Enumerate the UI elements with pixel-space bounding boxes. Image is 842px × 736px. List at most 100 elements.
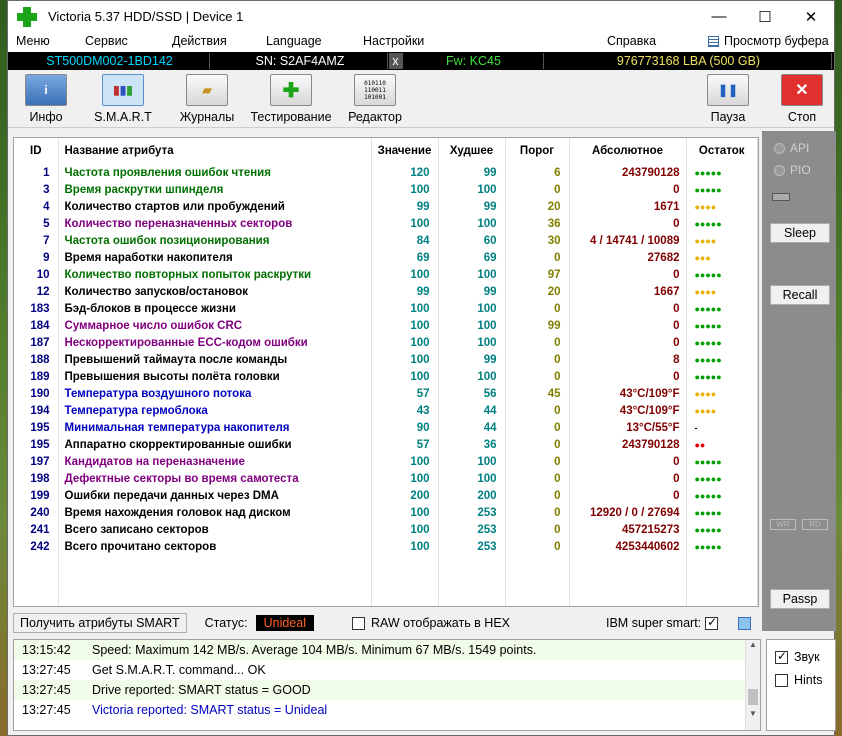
title-bar: Victoria 5.37 HDD/SSD | Device 1 — ☐ ✕ [8, 1, 834, 32]
row-threshold: 30 [505, 232, 570, 249]
info-button[interactable]: i Инфо [8, 74, 84, 126]
row-id: 187 [14, 334, 59, 351]
minimize-button[interactable]: — [696, 1, 742, 32]
log-scrollbar[interactable]: ▲ ▼ [745, 640, 760, 730]
table-row[interactable]: 7 Частота ошибок позиционирования 84 60 30 4 … [14, 232, 758, 249]
table-row[interactable]: 189 Превышения высоты полёта головки 100 10… [14, 368, 758, 385]
table-row[interactable]: 1 Частота проявления ошибок чтения 120 99 6 2… [14, 164, 758, 181]
empty-row [14, 572, 758, 589]
table-row[interactable]: 10 Количество повторных попыток раскрутки… [14, 266, 758, 283]
table-row[interactable]: 241 Всего записано секторов 100 253 0 4572152… [14, 521, 758, 538]
col-threshold[interactable]: Порог [505, 138, 570, 164]
menu-item-help[interactable]: Справка [607, 34, 656, 48]
row-id: 183 [14, 300, 59, 317]
log-line: 13:27:45 Get S.M.A.R.T. command... OK [14, 660, 760, 680]
color-swatch[interactable] [738, 616, 752, 630]
pio-radio[interactable]: PIO [774, 163, 811, 177]
row-name: Минимальная температура накопителя [58, 419, 372, 436]
table-row[interactable]: 4 Количество стартов или пробуждений 99 99 2… [14, 198, 758, 215]
raw-hex-checkbox[interactable] [351, 616, 365, 630]
table-row[interactable]: 195 Минимальная температура накопителя 90 4… [14, 419, 758, 436]
table-row[interactable]: 197 Кандидатов на переназначение 100 100 0 0 ●… [14, 453, 758, 470]
table-row[interactable]: 3 Время раскрутки шпинделя 100 100 0 0 ●●●●● [14, 181, 758, 198]
table-row[interactable]: 195 Аппаратно скорректированные ошибки 57 3… [14, 436, 758, 453]
sound-option[interactable]: Звук [775, 649, 835, 664]
test-tubes-icon: ▮ ▮ ▮ [102, 74, 144, 106]
folder-icon: ▰ [186, 74, 228, 106]
buffer-view-link[interactable]: Просмотр буфера [708, 34, 829, 48]
hints-option[interactable]: Hints [775, 673, 835, 687]
table-row[interactable]: 188 Превышений таймаута после команды 100 9… [14, 351, 758, 368]
row-name: Ошибки передачи данных через DMA [58, 487, 372, 504]
get-smart-button[interactable]: Получить атрибуты SMART [13, 613, 187, 633]
menu-item-actions[interactable]: Действия [172, 34, 227, 48]
smart-button[interactable]: ▮ ▮ ▮ S.M.A.R.T [85, 74, 161, 126]
passp-button[interactable]: Passp [770, 589, 830, 609]
recall-button[interactable]: Recall [770, 285, 830, 305]
menu-item-menu[interactable]: Меню [16, 34, 50, 48]
log-line: 13:27:45 Victoria reported: SMART status … [14, 700, 760, 720]
table-row[interactable]: 184 Суммарное число ошибок CRC 100 100 99 0 ●●… [14, 317, 758, 334]
row-name: Кандидатов на переназначение [58, 453, 372, 470]
testing-button[interactable]: ✚ Тестирование [250, 74, 332, 126]
table-row[interactable]: 9 Время наработки накопителя 69 69 0 27682 ●●● [14, 249, 758, 266]
row-value: 100 [371, 538, 439, 555]
close-device-button[interactable]: x [389, 53, 403, 69]
api-label: API [790, 141, 810, 155]
table-row[interactable]: 240 Время нахождения головок над диском 10… [14, 504, 758, 521]
col-absolute[interactable]: Абсолютное [569, 138, 687, 164]
logs-button[interactable]: ▰ Журналы [169, 74, 245, 126]
table-row[interactable]: 12 Количество запусков/остановок 99 99 20 166… [14, 283, 758, 300]
hints-checkbox[interactable] [775, 673, 788, 687]
row-id: 1 [14, 164, 59, 181]
row-worst: 100 [438, 181, 506, 198]
col-remaining[interactable]: Остаток [686, 138, 758, 164]
table-row[interactable]: 198 Дефектные секторы во время самотеста 1… [14, 470, 758, 487]
row-value: 100 [371, 368, 439, 385]
table-row[interactable]: 242 Всего прочитано секторов 100 253 0 425344… [14, 538, 758, 555]
row-absolute: 27682 [569, 249, 687, 266]
menu-item-settings[interactable]: Настройки [363, 34, 424, 48]
row-name: Количество запусков/остановок [58, 283, 372, 300]
row-worst: 100 [438, 368, 506, 385]
maximize-button[interactable]: ☐ [742, 1, 788, 32]
sleep-button[interactable]: Sleep [770, 223, 830, 243]
row-value: 100 [371, 181, 439, 198]
row-remaining: ●● [686, 436, 758, 453]
row-value: 69 [371, 249, 439, 266]
api-radio[interactable]: API [774, 141, 809, 155]
scroll-thumb[interactable] [748, 689, 758, 705]
row-value: 200 [371, 487, 439, 504]
menu-item-language[interactable]: Language [266, 34, 322, 48]
row-name: Бэд-блоков в процессе жизни [58, 300, 372, 317]
row-worst: 99 [438, 198, 506, 215]
row-name: Аппаратно скорректированные ошибки [58, 436, 372, 453]
editor-button[interactable]: 010110 110011 101001 Редактор [337, 74, 413, 126]
table-row[interactable]: 5 Количество переназначенных секторов 100 1… [14, 215, 758, 232]
col-value[interactable]: Значение [371, 138, 439, 164]
ibm-checkbox[interactable] [705, 615, 719, 630]
scroll-down-icon[interactable]: ▼ [746, 709, 760, 718]
table-row[interactable]: 199 Ошибки передачи данных через DMA 200 20… [14, 487, 758, 504]
pause-button[interactable]: ❚❚ Пауза [690, 74, 766, 126]
table-row[interactable]: 194 Температура гермоблока 43 44 0 43°C/109°F… [14, 402, 758, 419]
table-row[interactable]: 187 Нескорректированные ECC-кодом ошибки 1… [14, 334, 758, 351]
app-cross-icon [16, 6, 38, 28]
radio-icon [774, 164, 785, 176]
row-name: Количество стартов или пробуждений [58, 198, 372, 215]
close-button[interactable]: ✕ [788, 1, 834, 32]
menu-item-service[interactable]: Сервис [85, 34, 128, 48]
col-name[interactable]: Название атрибута [58, 138, 372, 164]
table-row[interactable]: 190 Температура воздушного потока 57 56 45 43… [14, 385, 758, 402]
col-worst[interactable]: Худшее [438, 138, 506, 164]
smart-label: S.M.A.R.T [94, 110, 152, 124]
row-worst: 253 [438, 504, 506, 521]
editor-label: Редактор [348, 110, 402, 124]
scroll-up-icon[interactable]: ▲ [746, 640, 760, 649]
col-id[interactable]: ID [14, 138, 59, 164]
table-row[interactable]: 183 Бэд-блоков в процессе жизни 100 100 0 0 ●●… [14, 300, 758, 317]
stop-button[interactable]: ✕ Стоп [764, 74, 840, 126]
status-row: Получить атрибуты SMART Статус: Unideal … [13, 612, 761, 634]
sound-checkbox[interactable] [775, 649, 788, 664]
row-id: 7 [14, 232, 59, 249]
